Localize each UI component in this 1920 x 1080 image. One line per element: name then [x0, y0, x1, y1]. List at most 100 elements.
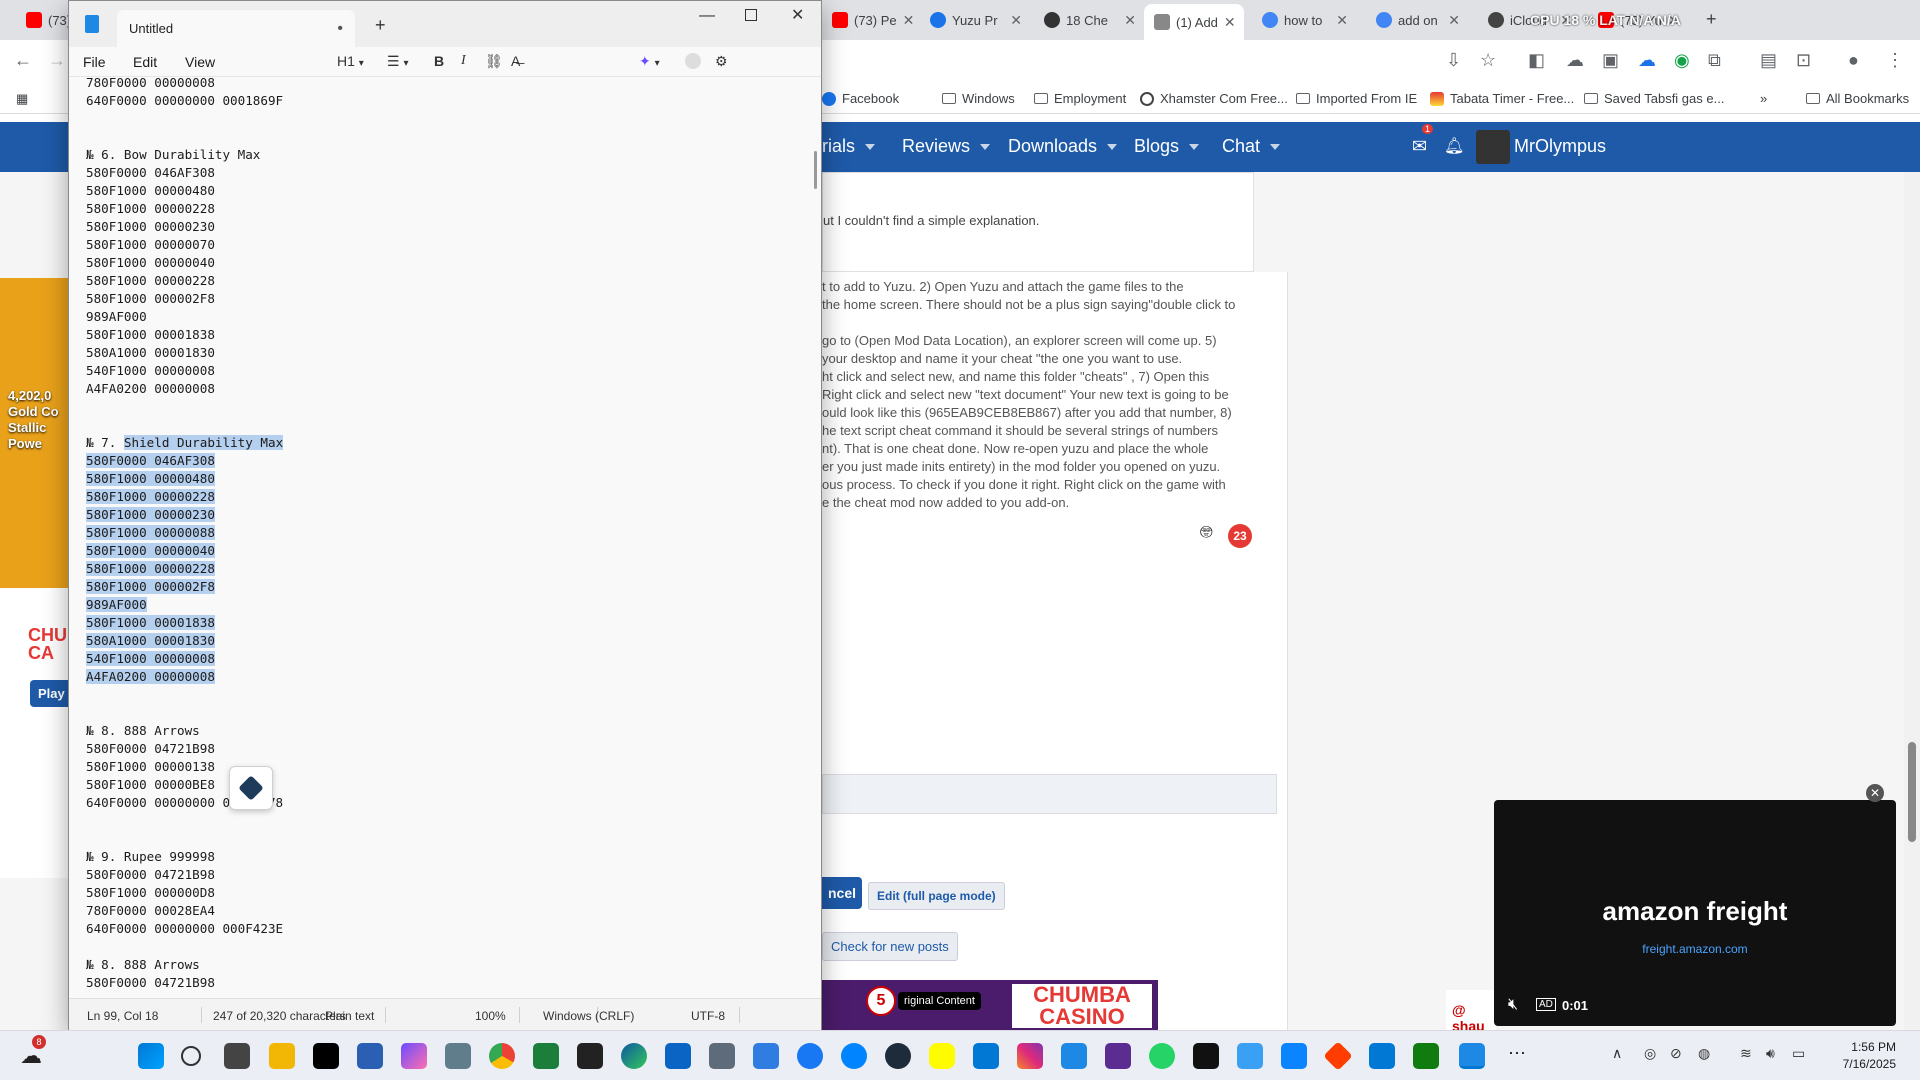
- media-icon[interactable]: [1281, 1043, 1307, 1069]
- edit-full-page-button[interactable]: Edit (full page mode): [868, 882, 1005, 910]
- clear-formatting-icon[interactable]: A̶: [511, 53, 520, 69]
- bookmark-folder[interactable]: Employment: [1034, 91, 1126, 106]
- start-windows-icon[interactable]: [138, 1043, 164, 1069]
- app-icon[interactable]: [1413, 1043, 1439, 1069]
- nav-item-downloads[interactable]: Downloads: [1008, 136, 1118, 157]
- instagram-icon[interactable]: [1017, 1043, 1043, 1069]
- extension-icon[interactable]: ▣: [1602, 50, 1619, 71]
- new-tab-icon[interactable]: +: [1706, 9, 1717, 30]
- left-casino-ad[interactable]: 4,202,0 Gold Co Stallic Powe CHU CA Play: [0, 278, 68, 878]
- username-label[interactable]: MrOlympus: [1514, 136, 1606, 157]
- browser-tab[interactable]: Yuzu Pr ✕: [920, 6, 1032, 34]
- app-icon[interactable]: [1323, 1041, 1353, 1071]
- nav-item-tutorials[interactable]: rials: [822, 136, 876, 157]
- system-clock[interactable]: 1:56 PM 7/16/2025: [1843, 1039, 1896, 1073]
- camera-app-icon[interactable]: [1369, 1043, 1395, 1069]
- casino-ad-banner[interactable]: 5 riginal Content CHUMBA CASINO: [822, 980, 1158, 1030]
- settings-gear-icon[interactable]: ⚙: [715, 53, 728, 70]
- ad-play-button[interactable]: Play: [30, 680, 68, 707]
- clock-app-icon[interactable]: [753, 1043, 779, 1069]
- nav-item-chat[interactable]: Chat: [1222, 136, 1281, 157]
- bookmark-item[interactable]: Xhamster Com Free...: [1140, 91, 1288, 106]
- close-tab-icon[interactable]: ✕: [1224, 14, 1236, 31]
- close-tab-icon[interactable]: ✕: [1010, 12, 1022, 29]
- close-tab-icon[interactable]: ✕: [1448, 12, 1460, 29]
- show-hidden-icons-chevron-icon[interactable]: ∧: [1612, 1045, 1622, 1062]
- video-url[interactable]: freight.amazon.com: [1494, 942, 1896, 956]
- search-icon[interactable]: [181, 1046, 201, 1066]
- browser-tab[interactable]: add on ✕: [1366, 6, 1470, 34]
- nav-item-reviews[interactable]: Reviews: [902, 136, 991, 157]
- sheets-icon[interactable]: [533, 1043, 559, 1069]
- menu-view[interactable]: View: [185, 54, 215, 70]
- profile-avatar-icon[interactable]: ●: [1848, 50, 1859, 71]
- unsaved-dot-icon[interactable]: •: [337, 20, 343, 38]
- tray-icon[interactable]: ◎: [1644, 1045, 1656, 1062]
- bookmark-star-icon[interactable]: ☆: [1480, 50, 1496, 71]
- editor-content[interactable]: 780F0000 00000008 640F0000 00000000 0001…: [86, 77, 284, 992]
- bold-button[interactable]: B: [434, 53, 444, 69]
- store-icon[interactable]: [357, 1043, 383, 1069]
- facebook-icon[interactable]: [797, 1043, 823, 1069]
- file-explorer-icon[interactable]: [269, 1043, 295, 1069]
- close-icon[interactable]: ✕: [791, 5, 804, 25]
- close-icon[interactable]: ✕: [1866, 784, 1884, 802]
- cancel-button[interactable]: ncel: [822, 877, 862, 909]
- bookmark-folder[interactable]: Imported From IE: [1296, 91, 1417, 106]
- outlook-icon[interactable]: [665, 1043, 691, 1069]
- notepad-taskbar-icon[interactable]: [1459, 1043, 1485, 1069]
- extension-icon[interactable]: ◧: [1528, 50, 1545, 71]
- apps-grid-icon[interactable]: ▦: [16, 91, 28, 107]
- maximize-icon[interactable]: [745, 9, 757, 21]
- more-apps-icon[interactable]: ⋯: [1508, 1043, 1526, 1064]
- avatar[interactable]: [1476, 130, 1510, 164]
- tiktok-icon[interactable]: [313, 1043, 339, 1069]
- tray-icon[interactable]: ⊘: [1670, 1045, 1682, 1062]
- close-tab-icon[interactable]: ✕: [903, 12, 915, 29]
- grammarly-icon[interactable]: ◉: [1674, 50, 1690, 71]
- reply-editor[interactable]: [822, 774, 1277, 814]
- forward-arrow-icon[interactable]: →: [48, 50, 66, 71]
- copilot-icon[interactable]: ✦ ▾: [639, 53, 660, 70]
- tubi-icon[interactable]: [1105, 1043, 1131, 1069]
- speaker-icon[interactable]: 🔊︎: [1766, 1045, 1775, 1062]
- cloud-icon[interactable]: ☁: [1566, 50, 1584, 71]
- reading-mode-icon[interactable]: ▤: [1760, 50, 1777, 71]
- browser-tab-active[interactable]: (1) Add ✕: [1144, 4, 1244, 40]
- menu-file[interactable]: File: [83, 54, 106, 70]
- audio-description-icon[interactable]: AD: [1536, 998, 1556, 1011]
- notepad-text-editor[interactable]: 780F0000 00000008 640F0000 00000000 0001…: [69, 77, 821, 998]
- all-bookmarks-folder[interactable]: All Bookmarks: [1806, 91, 1909, 106]
- copilot-rewrite-button[interactable]: [229, 766, 273, 810]
- extensions-puzzle-icon[interactable]: ⧉: [1708, 50, 1721, 71]
- browser-tab[interactable]: 18 Che ✕: [1034, 6, 1146, 34]
- battery-icon[interactable]: ▭: [1792, 1045, 1805, 1062]
- account-icon[interactable]: [685, 53, 701, 69]
- camera-icon[interactable]: [445, 1043, 471, 1069]
- close-tab-icon[interactable]: ✕: [1336, 12, 1348, 29]
- bookmark-folder[interactable]: Saved Tabsfi gas e...: [1584, 91, 1724, 106]
- whatsapp-icon[interactable]: [1149, 1043, 1175, 1069]
- copilot-app-icon[interactable]: [401, 1043, 427, 1069]
- install-app-icon[interactable]: ⇩: [1446, 50, 1461, 71]
- page-scrollbar[interactable]: [1904, 172, 1920, 1030]
- remote-desktop-icon[interactable]: [973, 1043, 999, 1069]
- task-view-icon[interactable]: [224, 1043, 250, 1069]
- browser-tab[interactable]: (73) Pe ✕: [822, 6, 918, 34]
- notepad-document-tab[interactable]: Untitled •: [117, 10, 355, 47]
- mail-icon[interactable]: ✉: [1412, 136, 1427, 157]
- bookmark-folder[interactable]: Windows: [942, 91, 1015, 106]
- italic-button[interactable]: I: [461, 53, 466, 69]
- link-icon[interactable]: ⛓: [485, 53, 503, 70]
- menu-dots-icon[interactable]: ⋮: [1886, 50, 1904, 71]
- files-icon[interactable]: [1237, 1043, 1263, 1069]
- snapchat-icon[interactable]: [929, 1043, 955, 1069]
- bookmark-item[interactable]: Facebook: [822, 91, 899, 106]
- scrollbar-thumb[interactable]: [1908, 742, 1916, 842]
- wifi-icon[interactable]: ≋: [1740, 1045, 1752, 1062]
- edge-icon[interactable]: [621, 1043, 647, 1069]
- heading-dropdown[interactable]: H1 ▾: [337, 53, 364, 69]
- bookmark-item[interactable]: Tabata Timer - Free...: [1430, 91, 1574, 106]
- mute-icon[interactable]: 🔇︎: [1508, 996, 1518, 1014]
- reaction-count-badge[interactable]: 23: [1228, 524, 1252, 548]
